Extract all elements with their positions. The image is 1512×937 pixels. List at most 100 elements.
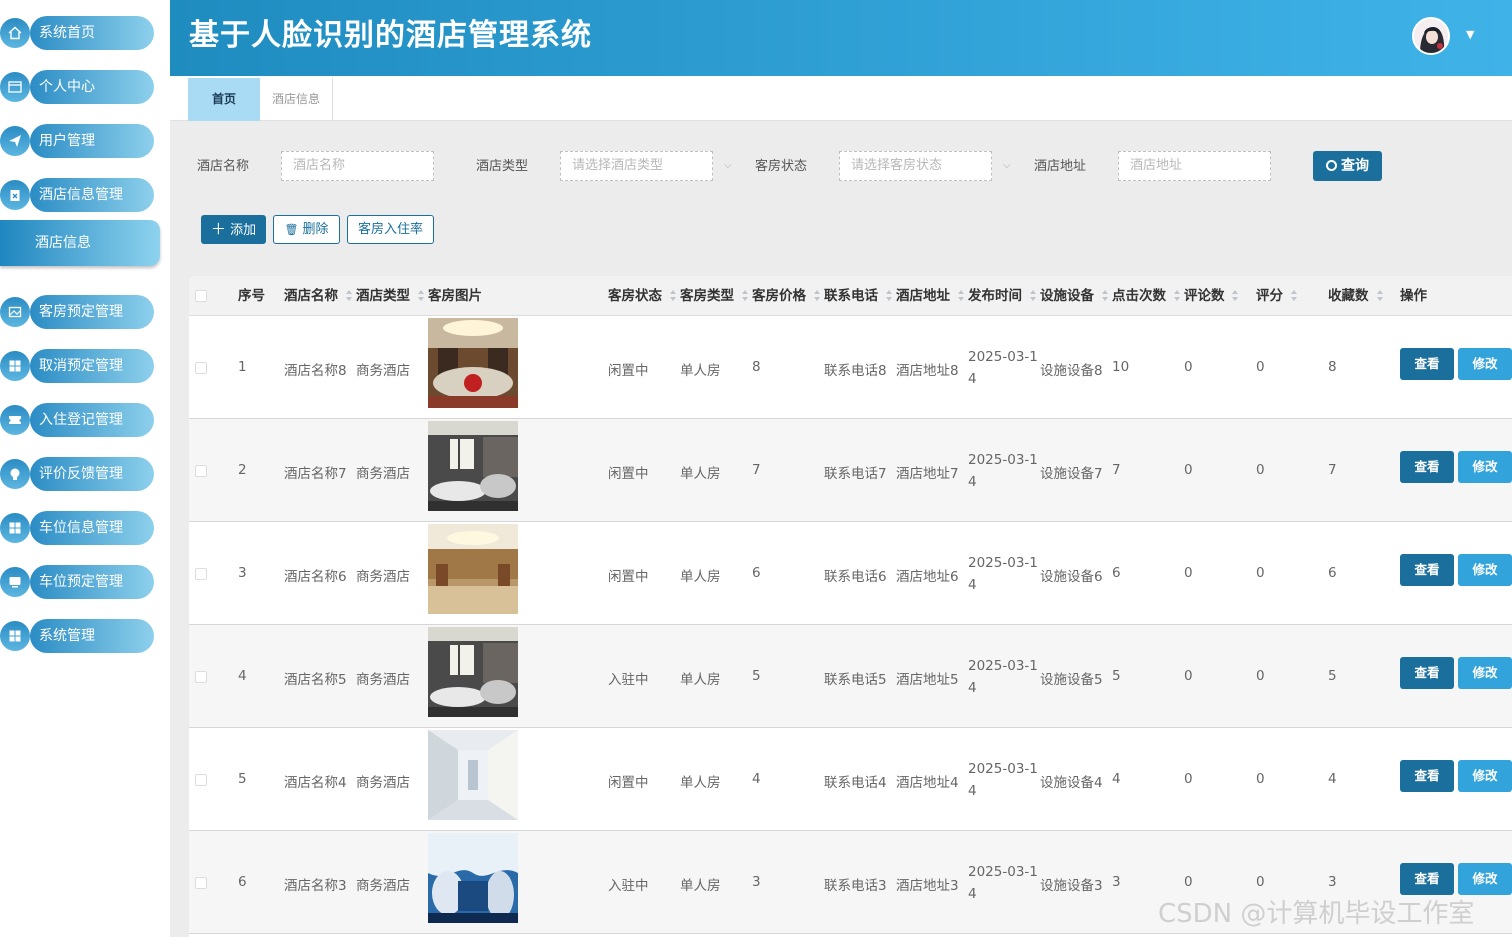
delete-button[interactable]: 🗑 删除 (273, 215, 340, 244)
ticket-icon (0, 405, 30, 435)
view-button[interactable]: 查看 (1400, 657, 1454, 689)
cell-index: 4 (238, 668, 247, 684)
room-image (428, 318, 518, 408)
cell-room-type: 单人房 (680, 569, 721, 585)
avatar[interactable] (1412, 17, 1450, 55)
bulb-icon (0, 459, 30, 489)
cell-status: 闲置中 (608, 775, 649, 791)
sidebar-item-parking-booking[interactable]: 车位预定管理 (0, 563, 160, 601)
sort-icon[interactable] (1291, 289, 1297, 303)
edit-button[interactable]: 修改 (1458, 760, 1512, 792)
sort-icon[interactable] (742, 289, 748, 303)
sidebar-item-cancel-booking[interactable]: 取消预定管理 (0, 347, 160, 385)
col-facilities[interactable]: 设施设备 (1040, 276, 1094, 316)
sort-icon[interactable] (670, 289, 676, 303)
sort-icon[interactable] (814, 289, 820, 303)
occupancy-rate-button[interactable]: 客房入住率 (347, 215, 434, 244)
sidebar-item-parking-info[interactable]: 车位信息管理 (0, 509, 160, 547)
row-checkbox[interactable] (195, 671, 207, 683)
cell-rating: 0 (1256, 565, 1265, 581)
sidebar-item-hotel-info-management[interactable]: 酒店信息管理 (0, 176, 160, 214)
row-checkbox[interactable] (195, 568, 207, 580)
row-checkbox[interactable] (195, 877, 207, 889)
chevron-down-icon[interactable]: ▼ (1466, 28, 1474, 41)
sidebar-item-feedback[interactable]: 评价反馈管理 (0, 455, 160, 493)
col-phone[interactable]: 联系电话 (824, 276, 878, 316)
cell-favorites: 6 (1328, 565, 1337, 581)
edit-button[interactable]: 修改 (1458, 657, 1512, 689)
sort-icon[interactable] (346, 289, 352, 303)
sidebar-item-users[interactable]: 用户管理 (0, 122, 160, 160)
col-name[interactable]: 酒店名称 (284, 276, 338, 316)
cell-type: 商务酒店 (356, 569, 410, 585)
sidebar-item-system[interactable]: 系统管理 (0, 617, 160, 655)
hotel-type-select[interactable]: 请选择酒店类型 (560, 151, 713, 181)
col-rating[interactable]: 评分 (1256, 276, 1283, 316)
view-button[interactable]: 查看 (1400, 554, 1454, 586)
cell-name: 酒店名称5 (284, 672, 347, 688)
sort-icon[interactable] (1102, 289, 1108, 303)
cell-comments: 0 (1184, 771, 1193, 787)
sidebar-item-checkin[interactable]: 入住登记管理 (0, 401, 160, 439)
chevron-down-icon[interactable]: ⌵ (724, 151, 732, 181)
col-type[interactable]: 酒店类型 (356, 276, 410, 316)
sort-icon[interactable] (958, 289, 964, 303)
select-all-checkbox[interactable] (195, 290, 207, 302)
sidebar-subitem-hotel-info[interactable]: 酒店信息 (0, 220, 160, 266)
sidebar-item-room-booking[interactable]: 客房预定管理 (0, 293, 160, 331)
cell-price: 5 (752, 668, 761, 684)
hotel-address-input[interactable]: 酒店地址 (1118, 151, 1271, 181)
row-checkbox[interactable] (195, 362, 207, 374)
sidebar-item-profile[interactable]: 个人中心 (0, 68, 160, 106)
sort-icon[interactable] (1377, 289, 1383, 303)
col-publish-time[interactable]: 发布时间 (968, 276, 1022, 316)
sidebar-item-label: 系统首页 (39, 25, 95, 41)
col-comments[interactable]: 评论数 (1184, 276, 1225, 316)
hotel-name-input[interactable]: 酒店名称 (281, 151, 434, 181)
search-button[interactable]: 查询 (1313, 151, 1382, 181)
sort-icon[interactable] (886, 289, 892, 303)
sort-icon[interactable] (1232, 289, 1238, 303)
row-checkbox[interactable] (195, 465, 207, 477)
edit-button[interactable]: 修改 (1458, 863, 1512, 895)
cell-phone: 联系电话6 (824, 569, 887, 585)
view-button[interactable]: 查看 (1400, 863, 1454, 895)
col-clicks[interactable]: 点击次数 (1112, 276, 1166, 316)
cell-clicks: 7 (1112, 462, 1121, 478)
chevron-down-icon[interactable]: ⌵ (1003, 151, 1011, 181)
date-line-1: 2025-03-1 (968, 349, 1038, 365)
tab-hotel-info[interactable]: 酒店信息 (260, 78, 333, 121)
cell-publish-time: 2025-03-1 4 (968, 346, 1038, 390)
cell-facilities: 设施设备5 (1040, 672, 1103, 688)
table-row: 3 酒店名称6 商务酒店 闲置中 单人房 6 联系电话6 酒店地址6 2025-… (189, 522, 1512, 625)
add-button[interactable]: ＋ 添加 (201, 215, 266, 244)
col-favorites[interactable]: 收藏数 (1328, 276, 1369, 316)
row-checkbox[interactable] (195, 774, 207, 786)
cell-address: 酒店地址6 (896, 569, 959, 585)
tab-home[interactable]: 首页 (188, 78, 260, 121)
col-status[interactable]: 客房状态 (608, 276, 662, 316)
cell-price: 7 (752, 462, 761, 478)
edit-button[interactable]: 修改 (1458, 554, 1512, 586)
date-line-2: 4 (968, 577, 977, 593)
col-address[interactable]: 酒店地址 (896, 276, 950, 316)
sort-icon[interactable] (1030, 289, 1036, 303)
delete-button-label: 删除 (302, 222, 329, 237)
edit-button[interactable]: 修改 (1458, 451, 1512, 483)
sidebar-item-home[interactable]: 系统首页 (0, 14, 160, 52)
cell-clicks: 5 (1112, 668, 1121, 684)
room-status-select[interactable]: 请选择客房状态 (839, 151, 992, 181)
view-button[interactable]: 查看 (1400, 760, 1454, 792)
col-price[interactable]: 客房价格 (752, 276, 806, 316)
col-room-type[interactable]: 客房类型 (680, 276, 734, 316)
table-row: 2 酒店名称7 商务酒店 闲置中 单人房 7 联系电话7 酒店地址7 2025-… (189, 419, 1512, 522)
cell-comments: 0 (1184, 668, 1193, 684)
plus-icon: ＋ (210, 220, 226, 238)
edit-button[interactable]: 修改 (1458, 348, 1512, 380)
view-button[interactable]: 查看 (1400, 348, 1454, 380)
sort-icon[interactable] (418, 289, 424, 303)
sort-icon[interactable] (1174, 289, 1180, 303)
table-header: 序号 酒店名称 酒店类型 客房图片 客房状态 客房类型 客房价格 联系电话 酒店… (189, 276, 1512, 316)
cell-rating: 0 (1256, 462, 1265, 478)
view-button[interactable]: 查看 (1400, 451, 1454, 483)
